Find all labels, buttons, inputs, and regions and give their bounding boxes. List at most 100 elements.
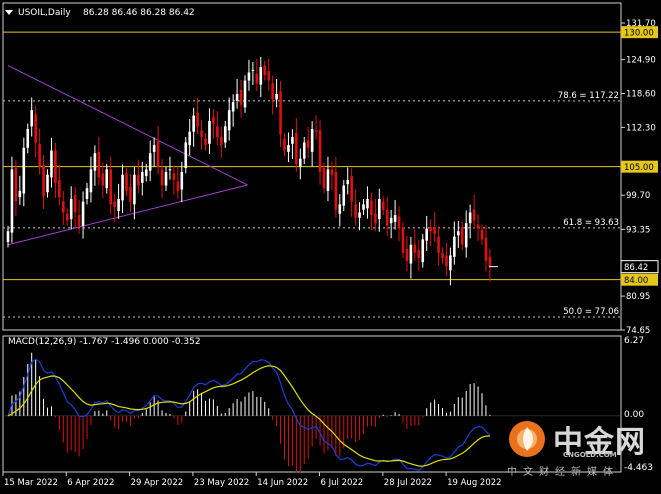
candle-body bbox=[445, 255, 448, 267]
candle-body bbox=[366, 198, 369, 209]
candle-body bbox=[322, 168, 326, 189]
candle-body bbox=[433, 227, 436, 234]
candle-body bbox=[101, 173, 105, 186]
candle-body bbox=[488, 256, 492, 267]
macd-axis-top: 6.27 bbox=[624, 336, 644, 346]
y-tick-label: 118.60 bbox=[626, 89, 656, 99]
y-tick-label: 80.95 bbox=[626, 292, 650, 302]
candle-body bbox=[196, 112, 199, 127]
candle-body bbox=[200, 130, 203, 138]
candle-body bbox=[453, 236, 456, 257]
candle-body bbox=[417, 250, 421, 259]
candle-body bbox=[85, 188, 89, 199]
candle-body bbox=[58, 180, 61, 198]
candle-body bbox=[188, 131, 191, 146]
candle-body bbox=[22, 147, 26, 194]
candle-body bbox=[223, 126, 227, 143]
candle-body bbox=[405, 248, 409, 261]
candle-body bbox=[299, 158, 302, 167]
candle-body bbox=[484, 237, 488, 261]
logo-icon bbox=[509, 421, 545, 457]
candle-body bbox=[105, 169, 109, 189]
candle-body bbox=[62, 201, 65, 213]
candle-body bbox=[259, 67, 263, 85]
candle-body bbox=[121, 174, 124, 201]
candle-body bbox=[476, 224, 480, 229]
candle-body bbox=[334, 172, 338, 210]
candle-body bbox=[354, 204, 357, 218]
candle-body bbox=[338, 204, 342, 214]
symbol-dropdown-icon[interactable] bbox=[5, 10, 13, 15]
x-tick-label: 15 Mar 2022 bbox=[4, 478, 58, 488]
candle-body bbox=[480, 229, 484, 240]
candle-body bbox=[176, 181, 180, 191]
candle-body bbox=[287, 145, 290, 152]
candle-body bbox=[6, 231, 10, 243]
price-chart[interactable]: 78.6 = 117.22 61.8 = 93.63 50.0 = 77.06 13… bbox=[0, 0, 661, 490]
candle-body bbox=[81, 201, 85, 226]
candle-body bbox=[109, 169, 112, 205]
candle-body bbox=[50, 150, 53, 178]
candle-body bbox=[295, 133, 298, 164]
fib-label: 50.0 = 77.06 bbox=[563, 307, 619, 317]
candle-body bbox=[457, 231, 460, 236]
x-tick-label: 6 Apr 2022 bbox=[67, 478, 114, 488]
fib-label: 78.6 = 117.22 bbox=[558, 91, 619, 101]
price-tag-84.00: 84.00 bbox=[624, 276, 648, 286]
candle-body bbox=[97, 151, 101, 178]
candle-body bbox=[397, 216, 401, 229]
candle-body bbox=[38, 143, 41, 167]
candle-body bbox=[251, 69, 255, 71]
candle-body bbox=[14, 168, 18, 202]
candle-body bbox=[358, 212, 361, 218]
candle-body bbox=[168, 169, 172, 171]
candle-body bbox=[160, 169, 164, 186]
candle-body bbox=[441, 252, 444, 259]
candle-body bbox=[77, 215, 81, 226]
candle-body bbox=[65, 213, 69, 221]
y-tick-label: 74.65 bbox=[626, 326, 650, 336]
candle-body bbox=[129, 186, 132, 202]
candle-body bbox=[212, 116, 215, 124]
candle-body bbox=[437, 236, 440, 253]
candle-body bbox=[267, 71, 270, 81]
candle-body bbox=[73, 194, 77, 213]
candle-body bbox=[141, 172, 144, 183]
candle-body bbox=[18, 190, 22, 198]
candle-body bbox=[429, 227, 432, 232]
candle-body bbox=[227, 110, 231, 131]
candle-body bbox=[472, 209, 476, 221]
candle-body bbox=[164, 172, 168, 186]
candle-body bbox=[208, 120, 211, 144]
candle-body bbox=[464, 223, 468, 248]
candle-body bbox=[279, 91, 282, 135]
candle-body bbox=[137, 174, 140, 186]
candle-body bbox=[275, 94, 278, 100]
ohlc-label: 86.28 86.46 86.28 86.42 bbox=[83, 8, 195, 18]
fib-label: 61.8 = 93.63 bbox=[563, 218, 619, 228]
candle-body bbox=[342, 185, 346, 206]
candle-body bbox=[93, 153, 97, 171]
x-tick-label: 6 Jul 2022 bbox=[321, 478, 364, 488]
candle-body bbox=[362, 204, 365, 210]
candle-body bbox=[69, 198, 73, 220]
x-tick-label: 23 May 2022 bbox=[194, 478, 249, 488]
watermark-domain: CNGOLD.COM bbox=[563, 451, 617, 459]
x-tick-label: 28 Jul 2022 bbox=[384, 478, 432, 488]
candle-body bbox=[180, 172, 184, 190]
candle-body bbox=[231, 102, 235, 112]
candle-body bbox=[291, 137, 294, 144]
candle-body bbox=[144, 169, 148, 177]
candle-body bbox=[204, 138, 207, 146]
candle-body bbox=[34, 114, 37, 143]
candle-body bbox=[243, 80, 247, 108]
candle-body bbox=[125, 173, 128, 191]
candle-body bbox=[393, 215, 397, 222]
candle-body bbox=[42, 165, 45, 197]
candle-body bbox=[468, 212, 472, 224]
candle-body bbox=[310, 129, 314, 152]
price-tag-105.00: 105.00 bbox=[624, 163, 654, 173]
candle-body bbox=[413, 244, 417, 253]
candle-body bbox=[247, 72, 251, 81]
candle-body bbox=[26, 129, 30, 148]
